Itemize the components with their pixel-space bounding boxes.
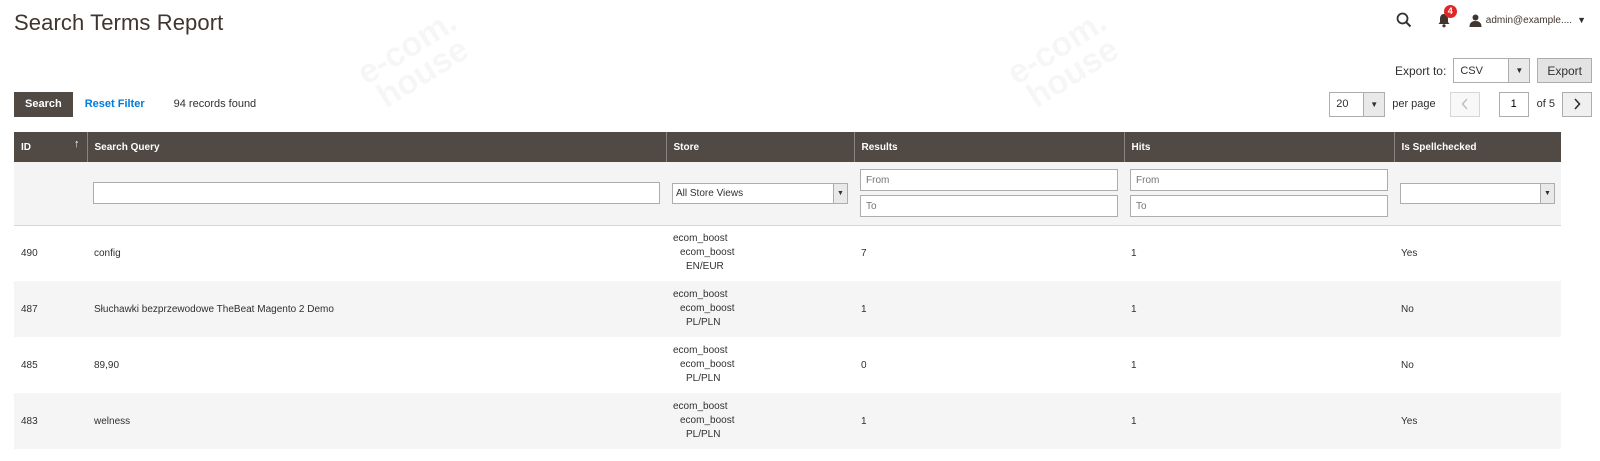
- page-title: Search Terms Report: [14, 10, 224, 35]
- column-header-is-spellchecked[interactable]: Is Spellchecked: [1394, 132, 1561, 162]
- chevron-down-icon: ▼: [1363, 92, 1385, 116]
- export-format-select[interactable]: CSV ▼: [1453, 58, 1531, 83]
- cell-store: ecom_boost ecom_boost PL/PLN: [666, 281, 854, 337]
- cell-query: welness: [87, 393, 666, 449]
- store-filter-select[interactable]: All Store Views ▼: [672, 182, 848, 204]
- cell-hits: 1: [1124, 225, 1394, 281]
- filter-cell-hits: [1124, 162, 1394, 226]
- cell-results: 1: [854, 281, 1124, 337]
- header-actions: 4 admin@example.... ▼: [1393, 5, 1586, 32]
- cell-query: 89,90: [87, 337, 666, 393]
- cell-store: ecom_boost ecom_boost PL/PLN: [666, 337, 854, 393]
- reset-filter-link[interactable]: Reset Filter: [85, 98, 145, 110]
- results-to-input[interactable]: [860, 195, 1118, 218]
- cell-hits: 1: [1124, 337, 1394, 393]
- filter-cell-store: All Store Views ▼: [666, 162, 854, 226]
- hits-to-input[interactable]: [1130, 195, 1388, 218]
- cell-id: 487: [14, 281, 87, 337]
- column-header-id[interactable]: ID ↑: [14, 132, 88, 162]
- export-controls: Export to: CSV ▼ Export: [1395, 58, 1592, 83]
- notification-badge: 4: [1443, 5, 1457, 18]
- search-query-filter-input[interactable]: [93, 182, 660, 205]
- chevron-down-icon: ▼: [1577, 15, 1586, 25]
- store-group: ecom_boost: [680, 359, 735, 370]
- table-row[interactable]: 487 Słuchawki bezprzewodowe TheBeat Mage…: [14, 281, 1561, 337]
- cell-hits: 1: [1124, 393, 1394, 449]
- store-view: PL/PLN: [686, 317, 721, 328]
- filter-cell-results: [854, 162, 1124, 226]
- grid-toolbar: Search Reset Filter 94 records found 20 …: [14, 91, 1592, 117]
- cell-spellchecked: No: [1394, 281, 1561, 337]
- store-view: EN/EUR: [686, 261, 724, 273]
- cell-spellchecked: Yes: [1394, 225, 1561, 281]
- table-row[interactable]: 490 config ecom_boost ecom_boost EN/EUR …: [14, 225, 1561, 281]
- chevron-down-icon: ▼: [1540, 183, 1554, 203]
- column-header-store[interactable]: Store: [666, 132, 855, 162]
- user-name: admin@example....: [1485, 14, 1573, 26]
- user-icon: [1469, 14, 1482, 27]
- store-group: ecom_boost: [680, 415, 735, 426]
- filter-cell-query: [87, 162, 666, 226]
- filter-row: All Store Views ▼ ▼: [14, 162, 1561, 226]
- search-button[interactable]: Search: [14, 91, 73, 117]
- cell-query: Słuchawki bezprzewodowe TheBeat Magento …: [87, 281, 666, 337]
- filter-cell-spellchecked: ▼: [1394, 162, 1561, 226]
- store-group: ecom_boost: [680, 303, 735, 314]
- records-count: 94 records found: [173, 98, 257, 110]
- hits-from-input[interactable]: [1130, 169, 1388, 192]
- cell-id: 485: [14, 337, 87, 393]
- search-terms-grid: ID ↑ Search Query Store Results Hits Is S…: [14, 132, 1561, 449]
- store-website: ecom_boost: [673, 345, 728, 356]
- sort-arrow-icon: ↑: [74, 138, 80, 150]
- column-header-hits[interactable]: Hits: [1124, 132, 1395, 162]
- filter-cell-id: [14, 162, 87, 226]
- cell-results: 1: [854, 393, 1124, 449]
- export-button[interactable]: Export: [1537, 58, 1592, 83]
- grid-header-row: ID ↑ Search Query Store Results Hits Is S…: [14, 132, 1561, 162]
- store-website: ecom_boost: [673, 401, 728, 412]
- table-row[interactable]: 483 welness ecom_boost ecom_boost PL/PLN…: [14, 393, 1561, 449]
- prev-page-button[interactable]: [1449, 91, 1480, 117]
- store-view: PL/PLN: [686, 373, 721, 384]
- results-from-input[interactable]: [860, 169, 1118, 192]
- total-pages: of 5: [1536, 98, 1555, 110]
- chevron-right-icon: [1574, 98, 1581, 110]
- store-website: ecom_boost: [673, 289, 728, 300]
- chevron-left-icon: [1461, 98, 1468, 110]
- column-header-search-query[interactable]: Search Query: [87, 132, 667, 162]
- export-format-value: CSV: [1460, 64, 1483, 77]
- search-icon[interactable]: [1393, 9, 1415, 31]
- cell-id: 483: [14, 393, 87, 449]
- store-website: ecom_boost: [673, 233, 728, 245]
- next-page-button[interactable]: [1562, 91, 1592, 117]
- cell-spellchecked: Yes: [1394, 393, 1561, 449]
- cell-results: 7: [854, 225, 1124, 281]
- cell-hits: 1: [1124, 281, 1394, 337]
- notifications-button[interactable]: 4: [1433, 5, 1457, 31]
- cell-results: 0: [854, 337, 1124, 393]
- cell-spellchecked: No: [1394, 337, 1561, 393]
- cell-query: config: [87, 225, 666, 281]
- chevron-down-icon: ▼: [1508, 59, 1530, 82]
- page-number-input[interactable]: [1498, 91, 1529, 117]
- per-page-select[interactable]: 20 ▼: [1329, 91, 1386, 117]
- per-page-label: per page: [1392, 98, 1436, 110]
- cell-store: ecom_boost ecom_boost EN/EUR: [666, 225, 854, 281]
- user-menu[interactable]: admin@example.... ▼: [1469, 14, 1586, 27]
- cell-id: 490: [14, 225, 87, 281]
- cell-store: ecom_boost ecom_boost PL/PLN: [666, 393, 854, 449]
- store-group: ecom_boost: [680, 247, 735, 259]
- store-view: PL/PLN: [686, 429, 721, 440]
- spellchecked-filter-select[interactable]: ▼: [1400, 182, 1555, 204]
- per-page-value: 20: [1336, 98, 1349, 110]
- column-header-results[interactable]: Results: [854, 132, 1125, 162]
- table-row[interactable]: 485 89,90 ecom_boost ecom_boost PL/PLN 0…: [14, 337, 1561, 393]
- store-filter-value: All Store Views: [676, 187, 744, 199]
- export-label: Export to:: [1394, 63, 1447, 78]
- chevron-down-icon: ▼: [833, 183, 847, 203]
